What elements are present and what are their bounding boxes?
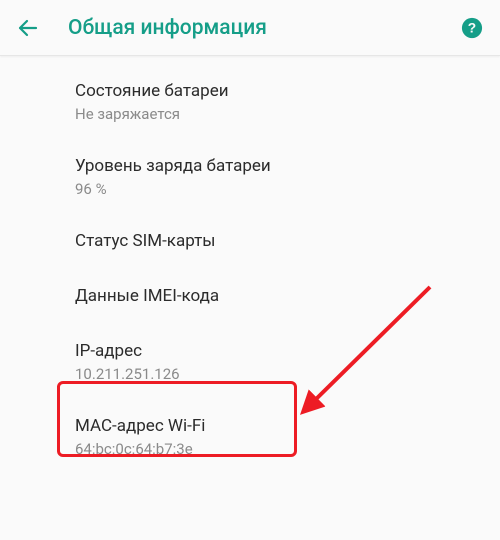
item-battery-status[interactable]: Состояние батареи Не заряжается — [75, 64, 484, 139]
item-title: Данные IMEI-кода — [75, 285, 484, 308]
item-mac-address[interactable]: MAC-адрес Wi-Fi 64:bc:0c:64:b7:3e — [75, 399, 484, 474]
item-imei[interactable]: Данные IMEI-кода — [75, 269, 484, 324]
settings-list: Состояние батареи Не заряжается Уровень … — [0, 56, 500, 474]
back-arrow-icon[interactable] — [16, 16, 40, 40]
item-title: Состояние батареи — [75, 80, 484, 103]
item-sim-status[interactable]: Статус SIM-карты — [75, 214, 484, 269]
item-battery-level[interactable]: Уровень заряда батареи 96 % — [75, 139, 484, 214]
app-header: Общая информация ? — [0, 0, 500, 56]
item-title: Статус SIM-карты — [75, 230, 484, 253]
item-title: Уровень заряда батареи — [75, 155, 484, 178]
item-ip-address[interactable]: IP-адрес 10.211.251.126 — [75, 324, 484, 399]
help-icon[interactable]: ? — [460, 16, 484, 40]
item-subtitle: 64:bc:0c:64:b7:3e — [75, 440, 484, 458]
item-subtitle: 10.211.251.126 — [75, 365, 484, 383]
item-subtitle: 96 % — [75, 180, 484, 198]
page-title: Общая информация — [68, 16, 460, 40]
item-title: IP-адрес — [75, 340, 484, 363]
item-subtitle: Не заряжается — [75, 105, 484, 123]
svg-text:?: ? — [468, 20, 476, 35]
item-title: MAC-адрес Wi-Fi — [75, 415, 484, 438]
